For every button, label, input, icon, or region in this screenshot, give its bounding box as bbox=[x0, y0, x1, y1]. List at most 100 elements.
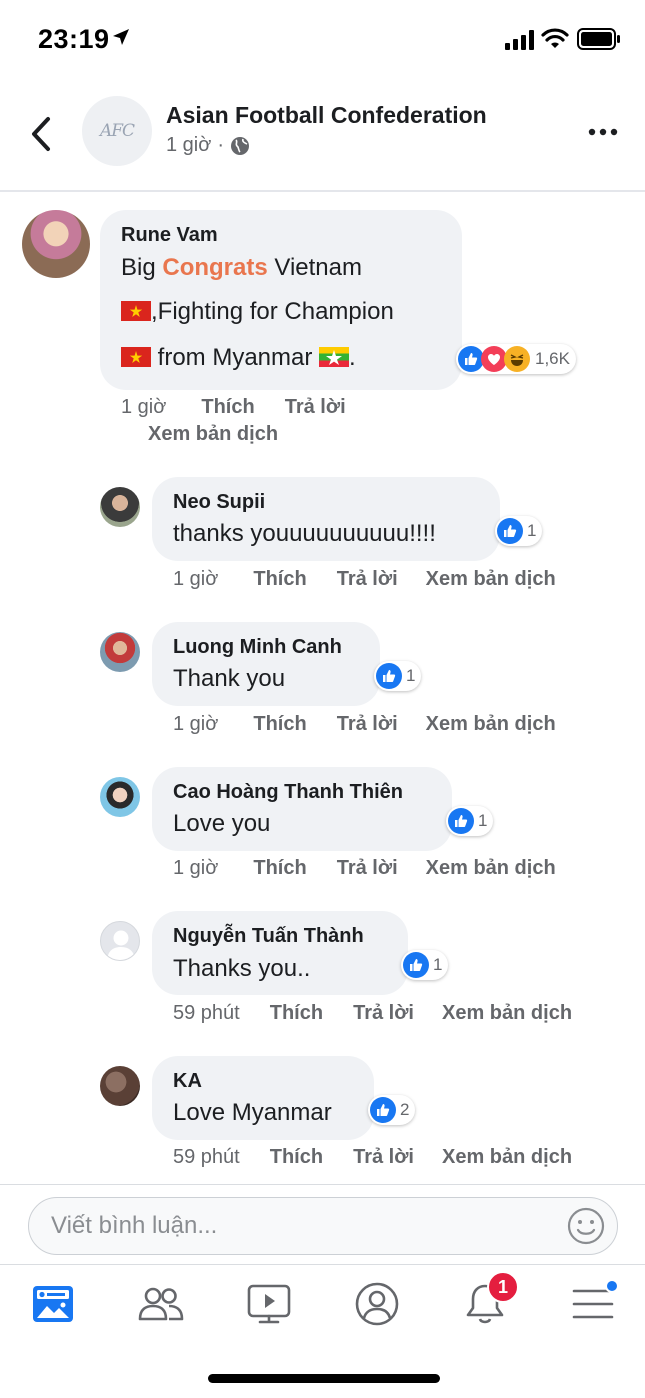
highlight-text: Congrats bbox=[162, 254, 268, 281]
avatar[interactable] bbox=[100, 777, 140, 817]
reaction-count: 1 bbox=[527, 521, 537, 540]
watch-icon[interactable] bbox=[246, 1281, 292, 1327]
text-part: . bbox=[349, 344, 356, 371]
like-action[interactable]: Thích bbox=[201, 396, 254, 419]
comment-time: 59 phút bbox=[173, 1002, 240, 1024]
signal-icon bbox=[505, 30, 534, 50]
comment-author[interactable]: Luong Minh Canh bbox=[173, 636, 342, 659]
status-time: 23:19 bbox=[38, 24, 110, 54]
comment-author[interactable]: Cao Hoàng Thanh Thiên bbox=[173, 781, 403, 804]
comment-author[interactable]: Rune Vam bbox=[121, 224, 218, 247]
back-chevron-icon[interactable] bbox=[26, 116, 56, 152]
avatar[interactable] bbox=[100, 487, 140, 527]
reply-action[interactable]: Trả lời bbox=[337, 568, 398, 591]
status-bar: 23:19 bbox=[0, 0, 645, 80]
reply-action[interactable]: Trả lời bbox=[353, 1002, 414, 1025]
post-header: AFC Asian Football Confederation 1 giờ · bbox=[0, 80, 645, 192]
comment-actions: 1 giờ Thích Trả lời Xem bản dịch bbox=[173, 713, 556, 736]
comment-text-line: from Myanmar . bbox=[121, 344, 356, 372]
location-arrow-icon bbox=[113, 29, 129, 45]
like-action[interactable]: Thích bbox=[253, 713, 306, 736]
text-part: ,Fighting for Champion bbox=[151, 298, 394, 325]
reaction-summary[interactable]: 1,6K bbox=[456, 344, 576, 374]
comment-bubble bbox=[152, 622, 380, 706]
text-part: Big bbox=[121, 254, 163, 281]
reaction-count: 1 bbox=[406, 666, 416, 685]
avatar[interactable] bbox=[100, 632, 140, 672]
news-feed-icon[interactable] bbox=[30, 1281, 76, 1327]
haha-icon bbox=[504, 346, 530, 372]
comment-text: Thank you bbox=[173, 665, 286, 692]
reaction-summary[interactable]: 1 bbox=[495, 516, 543, 546]
default-avatar-icon bbox=[107, 930, 135, 960]
translate-action[interactable]: Xem bản dịch bbox=[148, 423, 278, 446]
like-action[interactable]: Thích bbox=[270, 1146, 323, 1169]
comment-actions: 1 giờ Thích Trả lời Xem bản dịch bbox=[173, 857, 556, 880]
comment-input[interactable]: Viết bình luận... bbox=[28, 1197, 618, 1255]
myanmar-flag-icon bbox=[319, 347, 350, 367]
comment-text: thanks youuuuuuuuuu!!!! bbox=[173, 520, 436, 547]
translate-action[interactable]: Xem bản dịch bbox=[442, 1146, 572, 1169]
comment-bubble bbox=[152, 767, 452, 851]
meta-separator: · bbox=[217, 134, 225, 156]
home-indicator bbox=[208, 1374, 440, 1383]
comment-time: 1 giờ bbox=[173, 713, 219, 735]
post-meta: 1 giờ · bbox=[166, 134, 250, 157]
avatar[interactable] bbox=[100, 921, 140, 961]
translate-action[interactable]: Xem bản dịch bbox=[442, 1002, 572, 1025]
profile-icon[interactable] bbox=[354, 1281, 400, 1327]
more-icon[interactable] bbox=[588, 128, 618, 136]
comment-text: Thanks you.. bbox=[173, 955, 311, 982]
battery-icon bbox=[577, 28, 620, 50]
globe-icon bbox=[231, 136, 250, 155]
reaction-count: 1 bbox=[433, 955, 443, 974]
translate-action[interactable]: Xem bản dịch bbox=[426, 857, 556, 880]
translate-action[interactable]: Xem bản dịch bbox=[426, 713, 556, 736]
comment-text: Love Myanmar bbox=[173, 1099, 332, 1126]
emoji-icon[interactable] bbox=[566, 1206, 606, 1246]
reply-action[interactable]: Trả lời bbox=[337, 713, 398, 736]
comment-bubble bbox=[152, 477, 500, 561]
comment-actions: 59 phút Thích Trả lời Xem bản dịch bbox=[173, 1002, 572, 1025]
comment-text-line: Big Congrats Vietnam bbox=[121, 254, 362, 282]
like-icon bbox=[376, 663, 402, 689]
reaction-summary[interactable]: 1 bbox=[401, 950, 449, 980]
comment-time: 59 phút bbox=[173, 1146, 240, 1168]
comment-author[interactable]: KA bbox=[173, 1070, 202, 1093]
friends-icon[interactable] bbox=[138, 1281, 184, 1327]
comment-author[interactable]: Nguyễn Tuấn Thành bbox=[173, 925, 364, 948]
reaction-summary[interactable]: 1 bbox=[374, 661, 422, 691]
post-time: 1 giờ bbox=[166, 134, 212, 156]
reaction-count: 1,6K bbox=[535, 349, 570, 368]
reply-action[interactable]: Trả lời bbox=[353, 1146, 414, 1169]
comment-text: Love you bbox=[173, 810, 271, 837]
page-title[interactable]: Asian Football Confederation bbox=[166, 102, 487, 129]
text-part: Vietnam bbox=[267, 254, 362, 281]
reply-action[interactable]: Trả lời bbox=[285, 396, 346, 419]
like-action[interactable]: Thích bbox=[270, 1002, 323, 1025]
comment-actions: 59 phút Thích Trả lời Xem bản dịch bbox=[173, 1146, 572, 1169]
avatar[interactable] bbox=[22, 210, 90, 278]
reaction-summary[interactable]: 2 bbox=[368, 1095, 416, 1125]
like-action[interactable]: Thích bbox=[253, 568, 306, 591]
reply-action[interactable]: Trả lời bbox=[337, 857, 398, 880]
translate-action[interactable]: Xem bản dịch bbox=[426, 568, 556, 591]
comment-actions: 1 giờ Thích Trả lời Xem bản dịch bbox=[173, 568, 556, 591]
like-icon bbox=[403, 952, 429, 978]
reaction-summary[interactable]: 1 bbox=[446, 806, 494, 836]
comment-placeholder: Viết bình luận... bbox=[51, 1212, 218, 1239]
comment-author[interactable]: Neo Supii bbox=[173, 491, 265, 514]
notification-badge: 1 bbox=[487, 1271, 519, 1303]
vietnam-flag-icon bbox=[121, 301, 151, 321]
like-icon bbox=[370, 1097, 396, 1123]
comment-actions: Xem bản dịch bbox=[148, 423, 278, 446]
vietnam-flag-icon bbox=[121, 347, 151, 367]
comment-time: 1 giờ bbox=[173, 568, 219, 590]
avatar[interactable] bbox=[100, 1066, 140, 1106]
reaction-count: 2 bbox=[400, 1100, 410, 1119]
comment-text-line: ,Fighting for Champion bbox=[121, 298, 394, 326]
page-avatar[interactable]: AFC bbox=[82, 96, 152, 166]
like-action[interactable]: Thích bbox=[253, 857, 306, 880]
afc-logo: AFC bbox=[99, 121, 135, 141]
comment-time: 1 giờ bbox=[121, 396, 167, 418]
